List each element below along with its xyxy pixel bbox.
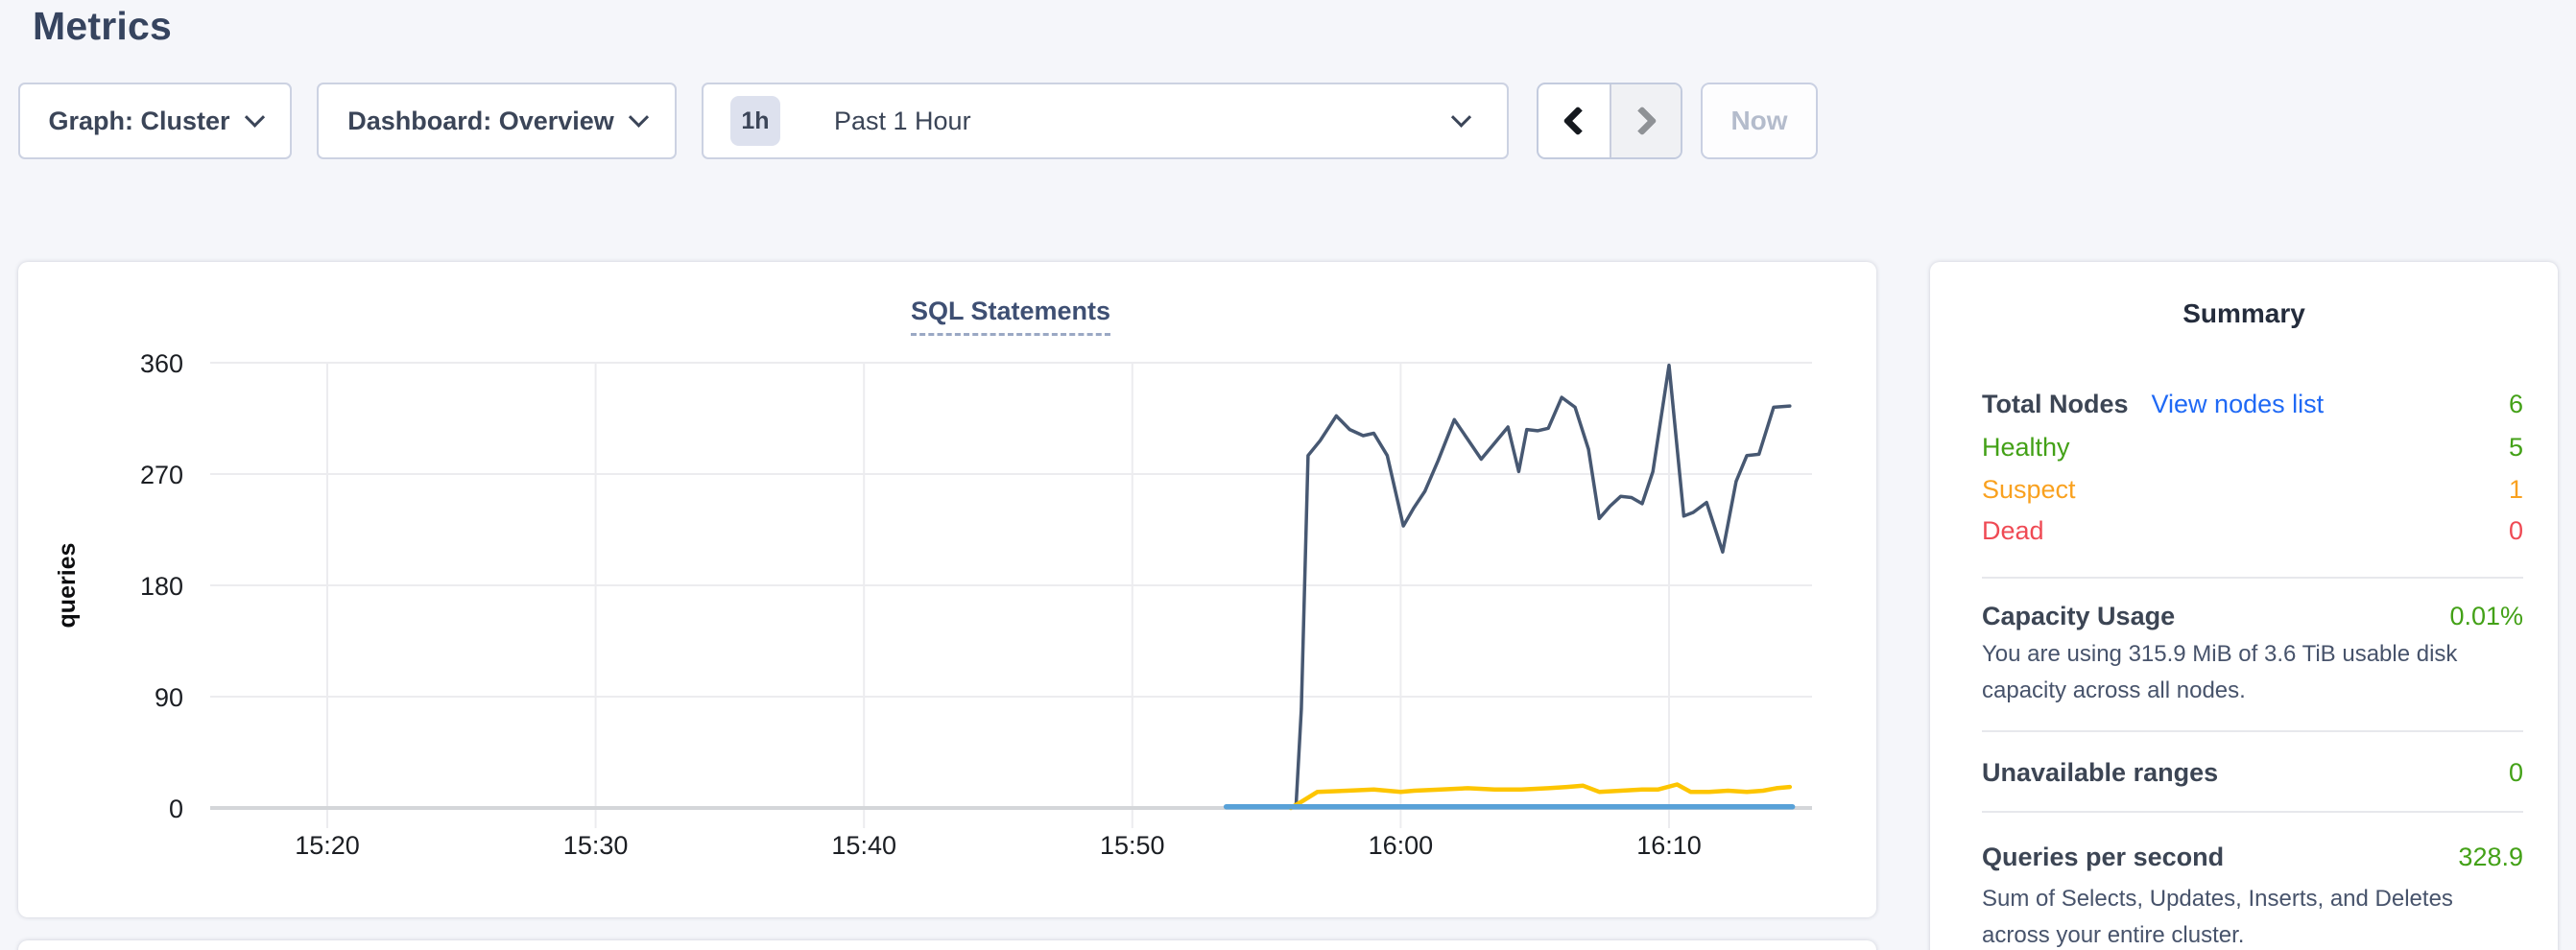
svg-text:0: 0 [169,795,183,823]
graph-dropdown-label: Graph: Cluster [48,107,229,136]
time-range-dropdown[interactable]: 1h Past 1 Hour [702,83,1509,159]
queries-per-second-label: Queries per second [1982,843,2224,872]
svg-text:queries: queries [54,543,81,629]
dashboard-dropdown-label: Dashboard: Overview [347,107,614,136]
time-pager [1537,83,1682,159]
view-nodes-list-link[interactable]: View nodes list [2152,390,2325,419]
divider [1982,730,2523,732]
chevron-down-icon [1451,107,1471,127]
chart-title[interactable]: SQL Statements [911,297,1110,336]
svg-text:15:40: 15:40 [831,831,896,860]
sql-statements-card: SQL Statements 0 90 180 270 360 15:20 15:30 15:… [18,262,1876,917]
next-chart-card-edge [18,940,1876,950]
dashboard-dropdown[interactable]: Dashboard: Overview [317,83,677,159]
capacity-usage-label: Capacity Usage [1982,602,2175,631]
chevron-down-icon [629,107,649,127]
summary-row-dead: Dead 0 [1982,511,2523,551]
metrics-page: Metrics Graph: Cluster Dashboard: Overvi… [0,0,2576,950]
page-title: Metrics [33,4,172,49]
svg-text:16:10: 16:10 [1636,831,1702,860]
unavailable-ranges-label: Unavailable ranges [1982,758,2218,788]
chevron-down-icon [244,107,264,127]
dead-value: 0 [2509,516,2523,546]
svg-text:360: 360 [140,349,183,378]
chevron-right-icon [1627,106,1657,135]
summary-title: Summary [1930,298,2558,329]
total-nodes-value: 6 [2509,390,2523,419]
svg-text:15:30: 15:30 [563,831,629,860]
next-time-button-disabled[interactable] [1610,84,1681,157]
chevron-left-icon [1562,106,1592,135]
dead-label: Dead [1982,516,2044,546]
total-nodes-label: Total Nodes [1982,390,2129,419]
summary-row-healthy: Healthy 5 [1982,427,2523,467]
unavailable-ranges-value: 0 [2509,758,2523,788]
suspect-label: Suspect [1982,475,2076,505]
prev-time-button[interactable] [1538,84,1610,157]
queries-per-second-description: Sum of Selects, Updates, Inserts, and De… [1982,881,2523,950]
divider [1982,811,2523,813]
summary-row-capacity: Capacity Usage 0.01% [1982,596,2523,636]
svg-text:16:00: 16:00 [1369,831,1434,860]
time-range-label: Past 1 Hour [834,107,971,136]
queries-per-second-value: 328.9 [2458,843,2523,872]
healthy-value: 5 [2509,433,2523,463]
svg-text:180: 180 [140,572,183,601]
svg-text:270: 270 [140,461,183,489]
summary-panel: Summary Total Nodes View nodes list 6 He… [1930,262,2558,950]
toolbar: Graph: Cluster Dashboard: Overview 1h Pa… [0,83,2576,159]
graph-dropdown[interactable]: Graph: Cluster [18,83,292,159]
summary-row-suspect: Suspect 1 [1982,469,2523,510]
svg-text:15:50: 15:50 [1100,831,1165,860]
divider [1982,577,2523,579]
time-range-badge: 1h [730,96,780,146]
capacity-usage-value: 0.01% [2449,602,2523,631]
svg-text:90: 90 [155,683,183,712]
healthy-label: Healthy [1982,433,2070,463]
summary-row-unavailable-ranges: Unavailable ranges 0 [1982,752,2523,793]
sql-statements-chart: 0 90 180 270 360 15:20 15:30 15:40 15:50 16:00 16:… [18,262,1876,917]
capacity-usage-description: You are using 315.9 MiB of 3.6 TiB usabl… [1982,636,2523,709]
summary-row-qps: Queries per second 328.9 [1982,837,2523,877]
suspect-value: 1 [2509,475,2523,505]
svg-text:15:20: 15:20 [295,831,360,860]
summary-row-total-nodes: Total Nodes View nodes list 6 [1982,384,2523,424]
now-button[interactable]: Now [1701,83,1818,159]
